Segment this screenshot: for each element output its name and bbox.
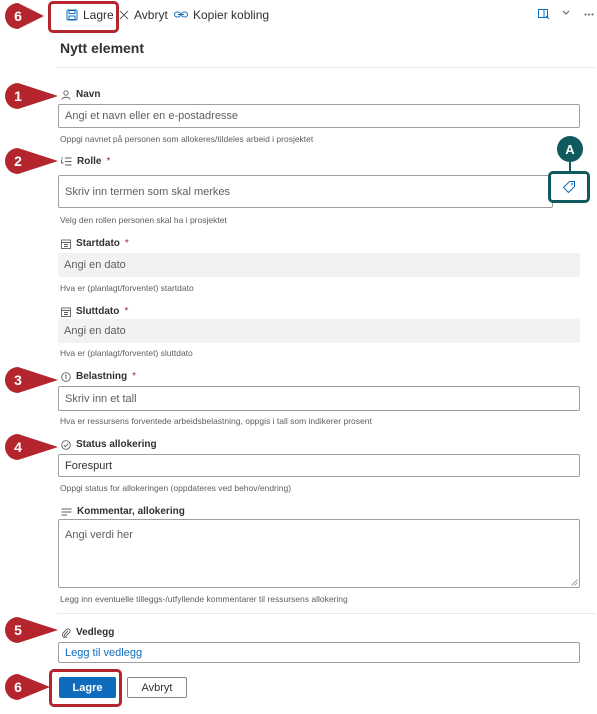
end-date-label: Sluttdato *	[61, 306, 128, 317]
add-attachment-link[interactable]: Legg til vedlegg	[58, 642, 580, 663]
load-label: Belastning *	[61, 371, 136, 382]
highlight-save-command	[48, 1, 119, 33]
status-help: Oppgi status for allokeringen (oppdatere…	[60, 483, 292, 493]
load-label-text: Belastning	[76, 371, 128, 382]
status-select[interactable]: Forespurt	[58, 454, 580, 477]
name-help: Oppgi navnet på personen som allokeres/t…	[60, 134, 314, 144]
resize-handle-icon[interactable]	[571, 579, 578, 586]
load-input[interactable]: Skriv inn et tall	[58, 386, 580, 411]
callout-a: A	[557, 136, 583, 162]
callout-a-pointer	[569, 160, 571, 172]
start-date-input[interactable]: Angi en dato	[58, 253, 580, 277]
panel-icon	[538, 9, 550, 20]
callout-5: 5	[4, 616, 60, 649]
load-required-mark: *	[132, 371, 137, 382]
role-help: Velg den rollen personen skal ha i prosj…	[60, 215, 227, 225]
end-date-input[interactable]: Angi en dato	[58, 319, 580, 343]
panel-toggle-button[interactable]	[538, 9, 550, 20]
callout-4: 4	[4, 433, 60, 466]
copy-link-command-label: Kopier kobling	[193, 8, 270, 22]
tag-icon	[562, 181, 575, 194]
comment-label-text: Kommentar, allokering	[77, 506, 185, 517]
paperclip-icon	[61, 628, 71, 638]
divider	[57, 613, 596, 614]
role-input[interactable]: Skriv inn termen som skal merkes	[58, 175, 553, 208]
load-help: Hva er ressursens forventede arbeidsbela…	[60, 416, 372, 426]
tag-button[interactable]	[548, 171, 590, 203]
comment-label: Kommentar, allokering	[61, 506, 185, 517]
person-icon	[61, 89, 71, 100]
status-label-text: Status allokering	[76, 439, 157, 450]
name-input[interactable]: Angi et navn eller en e-postadresse	[58, 104, 580, 128]
comment-textarea[interactable]: Angi verdi her	[58, 519, 580, 588]
role-label-text: Rolle	[77, 156, 102, 167]
callout-2: 2	[4, 147, 60, 180]
name-label: Navn	[61, 89, 100, 100]
start-date-label: Startdato *	[61, 238, 129, 249]
cancel-command[interactable]: Avbryt	[119, 8, 168, 22]
comment-help: Legg inn eventuelle tilleggs-/utfyllende…	[60, 594, 348, 604]
callout-6-top: 6	[4, 2, 52, 35]
start-date-required-mark: *	[124, 238, 129, 249]
divider	[57, 67, 596, 68]
form-title: Nytt element	[60, 40, 145, 56]
link-icon	[174, 11, 188, 18]
highlight-save-button	[49, 669, 122, 707]
name-label-text: Navn	[76, 89, 101, 100]
calendar-icon	[61, 239, 71, 249]
cancel-button[interactable]: Avbryt	[127, 677, 187, 698]
more-button[interactable]	[584, 13, 594, 16]
callout-6-bottom: 6	[4, 673, 52, 706]
attachments-label-text: Vedlegg	[76, 627, 115, 638]
end-date-required-mark: *	[124, 306, 129, 317]
end-date-help: Hva er (planlagt/forventet) sluttdato	[60, 348, 193, 358]
more-icon	[584, 13, 594, 16]
callout-3: 3	[4, 366, 60, 399]
text-lines-icon	[61, 508, 72, 515]
callout-1: 1	[4, 82, 60, 115]
role-label: Rolle *	[61, 156, 110, 167]
start-date-help: Hva er (planlagt/forventet) startdato	[60, 283, 194, 293]
start-date-label-text: Startdato	[76, 238, 120, 249]
chevron-down-icon	[562, 10, 570, 15]
status-label: Status allokering	[61, 439, 157, 450]
list-icon	[61, 157, 72, 166]
check-circle-icon	[61, 439, 71, 450]
role-required-mark: *	[106, 156, 111, 167]
close-icon	[119, 10, 129, 20]
copy-link-command[interactable]: Kopier kobling	[174, 8, 269, 22]
end-date-label-text: Sluttdato	[76, 306, 120, 317]
info-icon	[61, 371, 71, 382]
calendar-icon	[61, 307, 71, 317]
cancel-command-label: Avbryt	[134, 8, 168, 22]
dropdown-button[interactable]	[562, 10, 570, 16]
attachments-label: Vedlegg	[61, 627, 114, 638]
